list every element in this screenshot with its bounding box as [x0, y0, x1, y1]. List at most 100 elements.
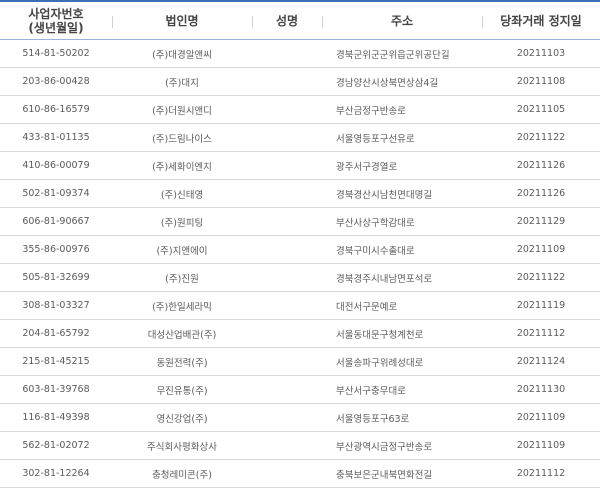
header-bizno: 사업자번호 (생년월일) — [0, 2, 112, 39]
representative-cell — [252, 152, 322, 179]
bizno-cell: 502-81-09374 — [22, 188, 90, 199]
address-cell: 서울동대문구청계천로 — [336, 329, 424, 341]
date-cell: 20211122 — [516, 272, 566, 283]
bizno-cell: 505-81-32699 — [22, 272, 90, 283]
table-body: 514-81-50202 (주)대경알앤씨 경북군위군군위읍군위공단길 2021110… — [0, 40, 600, 488]
table-row: 603-81-39768 무진유통(주) 부산서구충무대로 20211130 — [0, 376, 600, 404]
header-representative: 성명 — [252, 2, 322, 39]
address-cell: 충북보은군내북면화전길 — [336, 469, 433, 481]
bizno-cell: 514-81-50202 — [22, 48, 90, 59]
address-cell: 부산사상구학감대로 — [336, 217, 415, 229]
company-cell: (주)한일세라믹 — [152, 301, 212, 313]
representative-cell — [252, 208, 322, 235]
bizno-cell: 355-86-00976 — [22, 244, 90, 255]
company-cell: 대성산업배관(주) — [147, 329, 217, 341]
bizno-cell: 410-86-00079 — [22, 160, 90, 171]
table-row: 355-86-00976 (주)지앤에이 경북구미시수출대로 20211109 — [0, 236, 600, 264]
company-cell: (주)원피팅 — [160, 217, 204, 229]
suspension-table: 사업자번호 (생년월일) 법인명 성명 주소 당좌거래 정지일 514-81-5… — [0, 0, 600, 494]
table-row: 215-81-45215 동원전력(주) 서울송파구위례성대로 20211124 — [0, 348, 600, 376]
company-cell: 충청레미콘(주) — [152, 469, 212, 481]
bizno-cell: 204-81-65792 — [22, 328, 90, 339]
table-row: 562-81-02072 주식회사평화상사 부산광역시금정구반송로 20211109 — [0, 432, 600, 460]
company-cell: (주)드림나이스 — [152, 133, 212, 145]
bizno-cell: 603-81-39768 — [22, 384, 90, 395]
address-cell: 경북경산시남천면대명길 — [336, 189, 433, 201]
representative-cell — [252, 96, 322, 123]
company-cell: 영신강업(주) — [156, 413, 208, 425]
date-cell: 20211103 — [516, 48, 566, 59]
table-row: 308-81-03327 (주)한일세라믹 대전서구문예로 20211119 — [0, 292, 600, 320]
company-cell: (주)더원시앤디 — [152, 105, 212, 117]
date-cell: 20211109 — [516, 412, 566, 423]
company-cell: (주)신태영 — [160, 189, 204, 201]
table-row: 204-81-65792 대성산업배관(주) 서울동대문구청계천로 20211112 — [0, 320, 600, 348]
address-cell: 경북경주시내남면포석로 — [336, 273, 433, 285]
address-cell: 경북군위군군위읍군위공단길 — [336, 49, 450, 61]
representative-cell — [252, 124, 322, 151]
representative-cell — [252, 320, 322, 347]
date-cell: 20211126 — [516, 188, 566, 199]
address-cell: 경북구미시수출대로 — [336, 245, 415, 257]
address-cell: 광주서구경열로 — [336, 161, 398, 173]
representative-cell — [252, 180, 322, 207]
company-cell: 동원전력(주) — [156, 357, 208, 369]
table-row: 606-81-90667 (주)원피팅 부산사상구학감대로 20211129 — [0, 208, 600, 236]
address-cell: 서울영등포구63로 — [336, 413, 410, 425]
company-cell: (주)대경알앤씨 — [152, 49, 212, 61]
representative-cell — [252, 460, 322, 487]
table-row: 514-81-50202 (주)대경알앤씨 경북군위군군위읍군위공단길 2021110… — [0, 40, 600, 68]
bizno-cell: 203-86-00428 — [22, 76, 90, 87]
table-row: 505-81-32699 (주)진원 경북경주시내남면포석로 20211122 — [0, 264, 600, 292]
bizno-cell: 215-81-45215 — [22, 356, 90, 367]
company-cell: (주)지앤에이 — [156, 245, 208, 257]
table-row: 203-86-00428 (주)대지 경남양산시상북면상삼4길 20211108 — [0, 68, 600, 96]
date-cell: 20211105 — [516, 104, 566, 115]
representative-cell — [252, 68, 322, 95]
date-cell: 20211109 — [516, 440, 566, 451]
table-row: 302-81-12264 충청레미콘(주) 충북보은군내북면화전길 20211112 — [0, 460, 600, 488]
bizno-cell: 116-81-49398 — [22, 412, 90, 423]
address-cell: 서울영등포구선유로 — [336, 133, 415, 145]
date-cell: 20211130 — [516, 384, 566, 395]
date-cell: 20211112 — [516, 468, 566, 479]
bizno-cell: 606-81-90667 — [22, 216, 90, 227]
bizno-cell: 610-86-16579 — [22, 104, 90, 115]
date-cell: 20211108 — [516, 76, 566, 87]
company-cell: (주)진원 — [165, 273, 199, 285]
company-cell: (주)세화이엔지 — [152, 161, 212, 173]
date-cell: 20211119 — [516, 300, 566, 311]
bizno-cell: 302-81-12264 — [22, 468, 90, 479]
header-company: 법인명 — [112, 2, 252, 39]
table-header: 사업자번호 (생년월일) 법인명 성명 주소 당좌거래 정지일 — [0, 0, 600, 40]
representative-cell — [252, 348, 322, 375]
header-bizno-line2: (생년월일) — [28, 20, 84, 35]
address-cell: 부산서구충무대로 — [336, 385, 406, 397]
representative-cell — [252, 292, 322, 319]
company-cell: (주)대지 — [165, 77, 199, 89]
table-row: 116-81-49398 영신강업(주) 서울영등포구63로 20211109 — [0, 404, 600, 432]
header-address: 주소 — [322, 2, 482, 39]
representative-cell — [252, 40, 322, 67]
representative-cell — [252, 236, 322, 263]
date-cell: 20211129 — [516, 216, 566, 227]
address-cell: 부산광역시금정구반송로 — [336, 441, 433, 453]
table-row: 410-86-00079 (주)세화이엔지 광주서구경열로 20211126 — [0, 152, 600, 180]
bizno-cell: 562-81-02072 — [22, 440, 90, 451]
representative-cell — [252, 264, 322, 291]
date-cell: 20211124 — [516, 356, 566, 367]
header-date: 당좌거래 정지일 — [482, 2, 600, 39]
representative-cell — [252, 404, 322, 431]
table-row: 433-81-01135 (주)드림나이스 서울영등포구선유로 20211122 — [0, 124, 600, 152]
address-cell: 대전서구문예로 — [336, 301, 398, 313]
bizno-cell: 308-81-03327 — [22, 300, 90, 311]
representative-cell — [252, 432, 322, 459]
bizno-cell: 433-81-01135 — [22, 132, 90, 143]
address-cell: 경남양산시상북면상삼4길 — [336, 77, 439, 89]
company-cell: 무진유통(주) — [156, 385, 208, 397]
table-row: 610-86-16579 (주)더원시앤디 부산금정구반송로 20211105 — [0, 96, 600, 124]
date-cell: 20211109 — [516, 244, 566, 255]
header-bizno-line1: 사업자번호 — [28, 6, 84, 21]
date-cell: 20211122 — [516, 132, 566, 143]
address-cell: 서울송파구위례성대로 — [336, 357, 424, 369]
